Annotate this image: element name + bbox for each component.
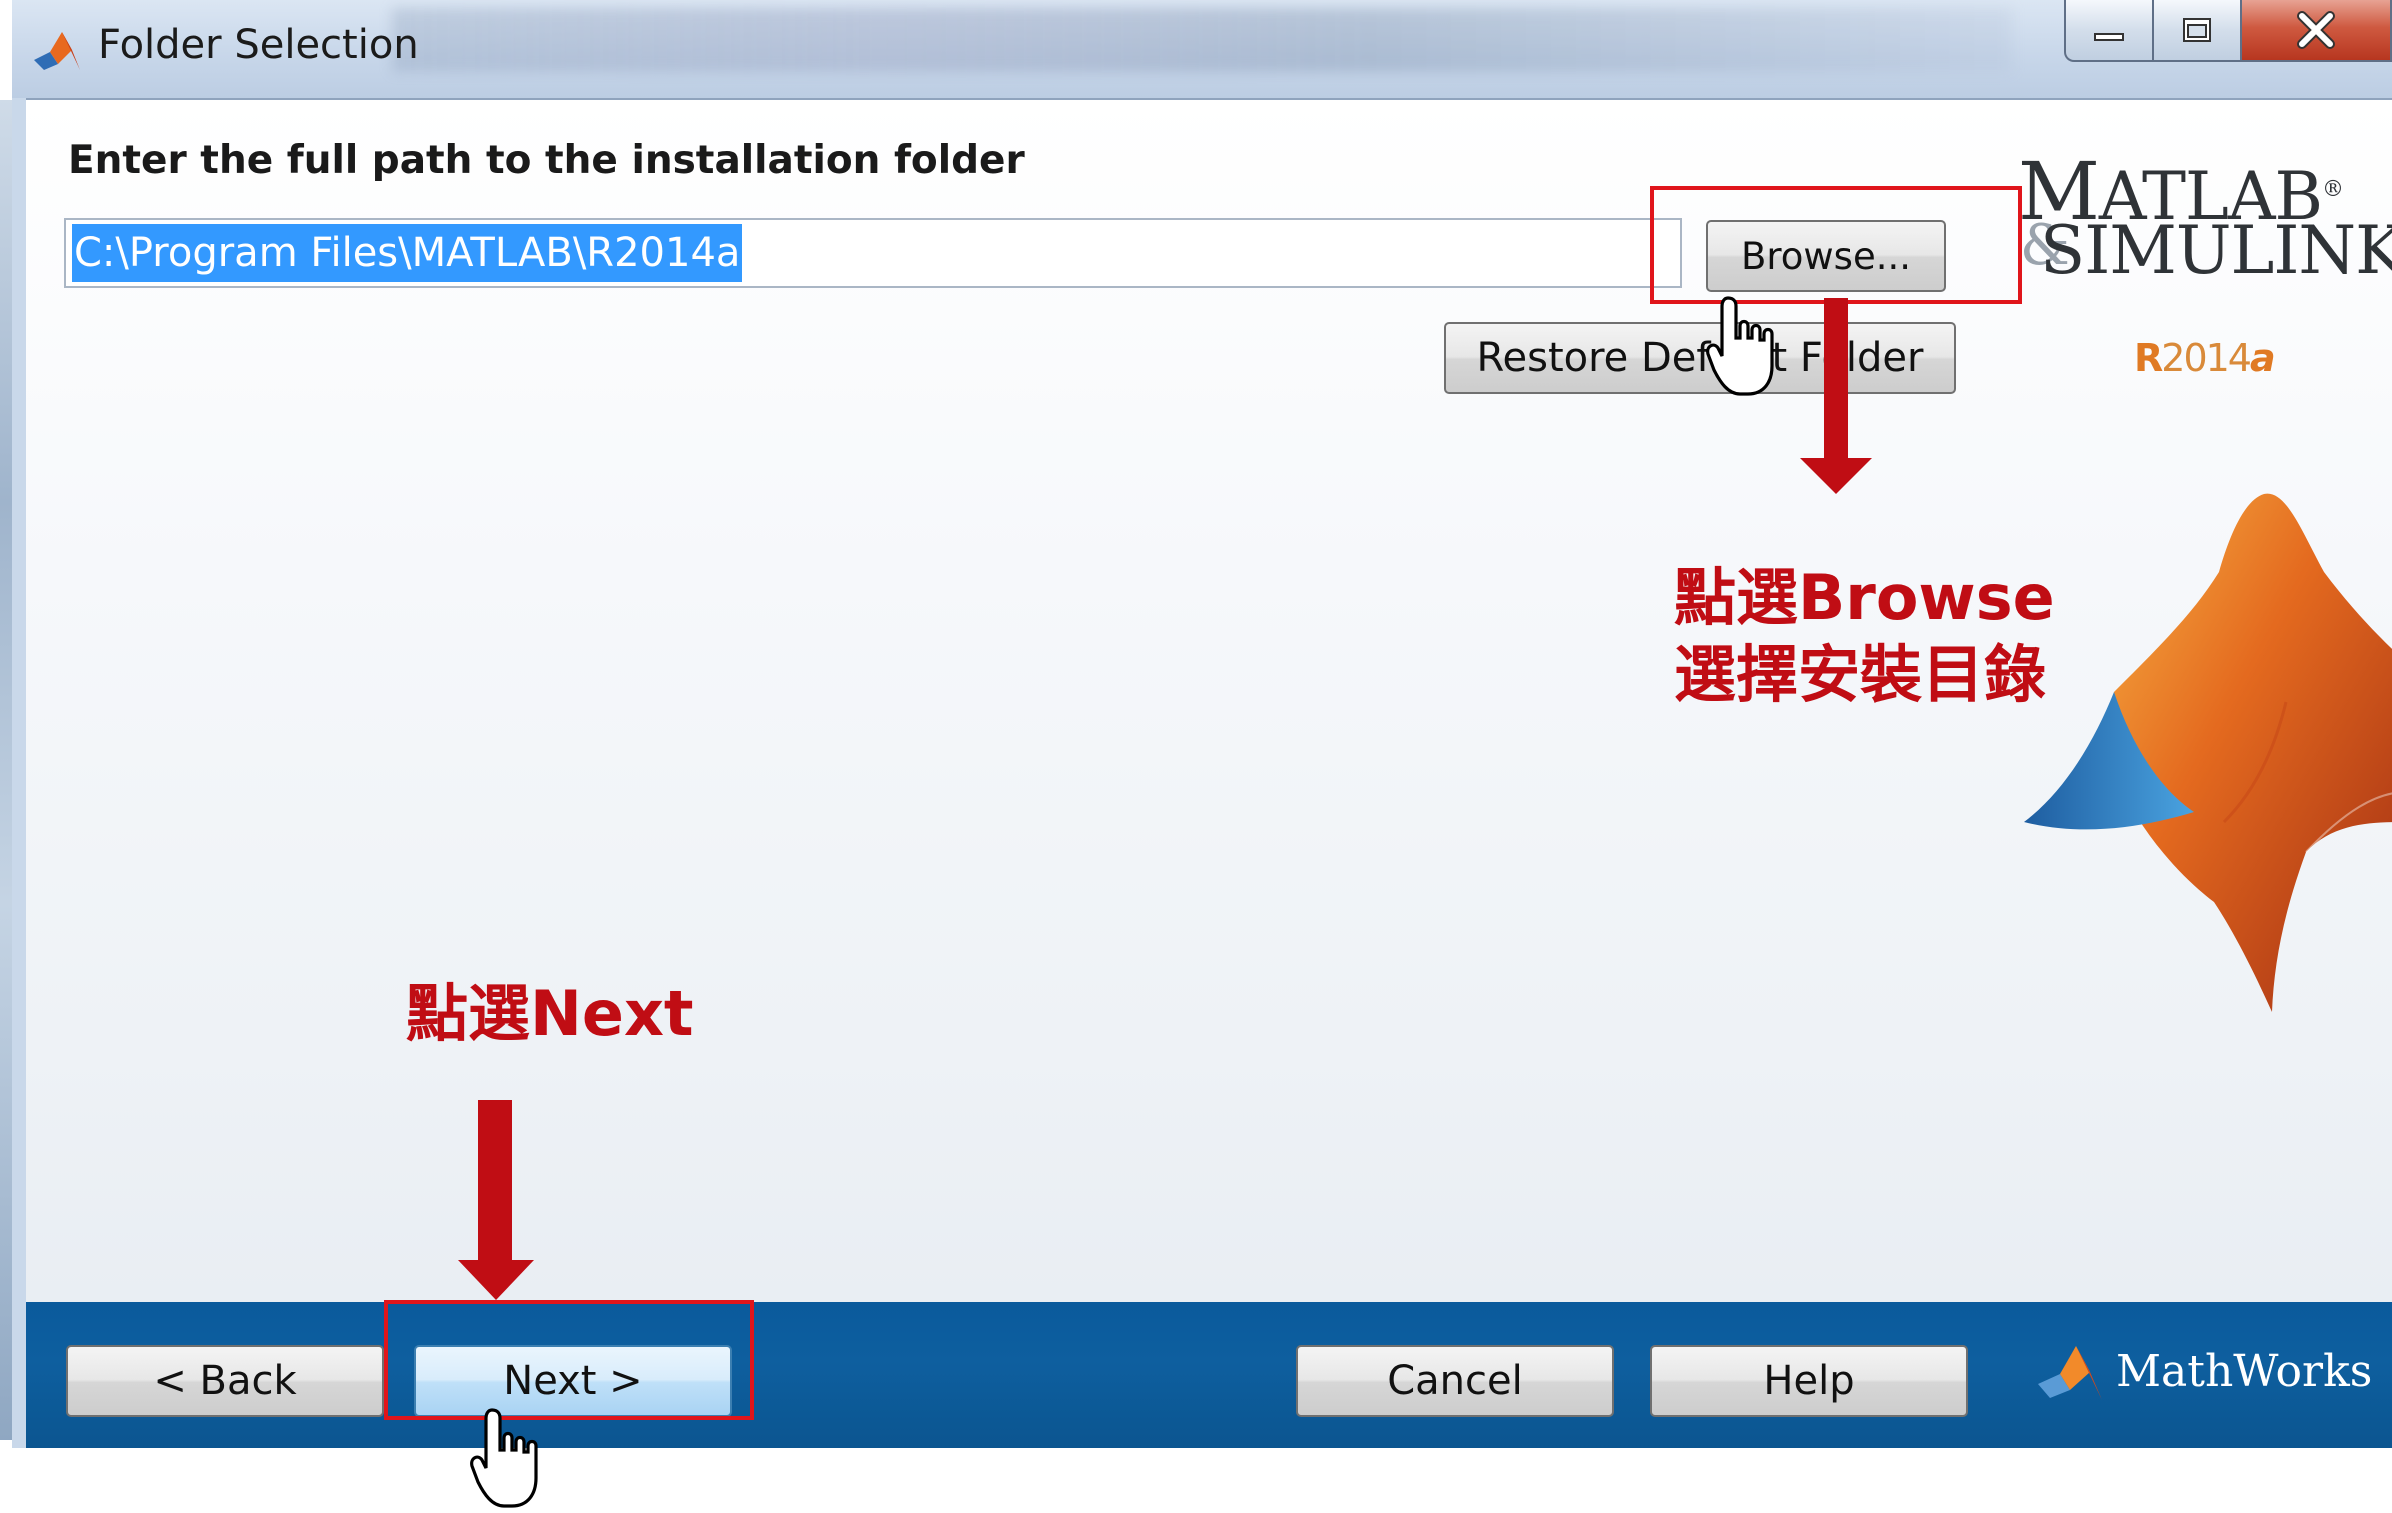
- browse-annotation-line1: 點選Browse: [1674, 561, 2055, 634]
- window-controls: [2064, 0, 2392, 70]
- folder-selection-panel: Enter the full path to the installation …: [26, 98, 2392, 1448]
- browse-highlight-box: [1650, 186, 2022, 304]
- help-button[interactable]: Help: [1650, 1345, 1968, 1417]
- screenshot-canvas: Folder Selection Enter the full path to …: [0, 0, 2392, 1513]
- browse-annotation: 點選Browse 選擇安裝目錄: [1674, 560, 2055, 714]
- next-annotation: 點選Next: [406, 977, 694, 1050]
- release-label: R2014a: [2134, 336, 2276, 380]
- next-highlight-box: [384, 1300, 754, 1420]
- mathworks-logo-icon: [2038, 1346, 2102, 1400]
- simulink-wordmark: SIMULINK®: [2040, 212, 2392, 289]
- restore-default-folder-button[interactable]: Restore Default Folder: [1444, 322, 1956, 394]
- next-arrow-head: [458, 1260, 534, 1300]
- matlab-app-icon: [34, 32, 80, 70]
- minimize-icon: [2094, 33, 2124, 41]
- next-arrow-shaft: [478, 1100, 512, 1260]
- hand-pointer-cursor-icon: [470, 1408, 538, 1508]
- title-bar-glass: [392, 8, 2012, 72]
- maximize-icon: [2183, 18, 2211, 42]
- close-icon: [2297, 11, 2335, 49]
- instruction-label: Enter the full path to the installation …: [68, 138, 1025, 183]
- navigation-footer: < Back Next > Cancel Help MathWorks: [26, 1302, 2392, 1448]
- mathworks-wordmark: MathWorks: [2116, 1346, 2373, 1397]
- window-title: Folder Selection: [98, 22, 419, 68]
- cancel-button[interactable]: Cancel: [1296, 1345, 1614, 1417]
- browse-arrow-shaft: [1824, 298, 1848, 458]
- install-path-value: C:\Program Files\MATLAB\R2014a: [72, 224, 743, 282]
- minimize-button[interactable]: [2064, 0, 2154, 62]
- browse-annotation-line2: 選擇安裝目錄: [1674, 637, 2047, 711]
- browse-arrow-head: [1800, 458, 1872, 494]
- install-path-input[interactable]: C:\Program Files\MATLAB\R2014a: [64, 218, 1682, 288]
- hand-pointer-cursor-icon: [1706, 296, 1774, 396]
- title-bar[interactable]: Folder Selection: [12, 0, 2392, 98]
- close-button[interactable]: [2242, 0, 2392, 62]
- installer-window: Folder Selection Enter the full path to …: [12, 0, 2392, 1448]
- back-button[interactable]: < Back: [66, 1345, 384, 1417]
- maximize-button[interactable]: [2154, 0, 2242, 62]
- matlab-membrane-logo: [2024, 493, 2392, 1012]
